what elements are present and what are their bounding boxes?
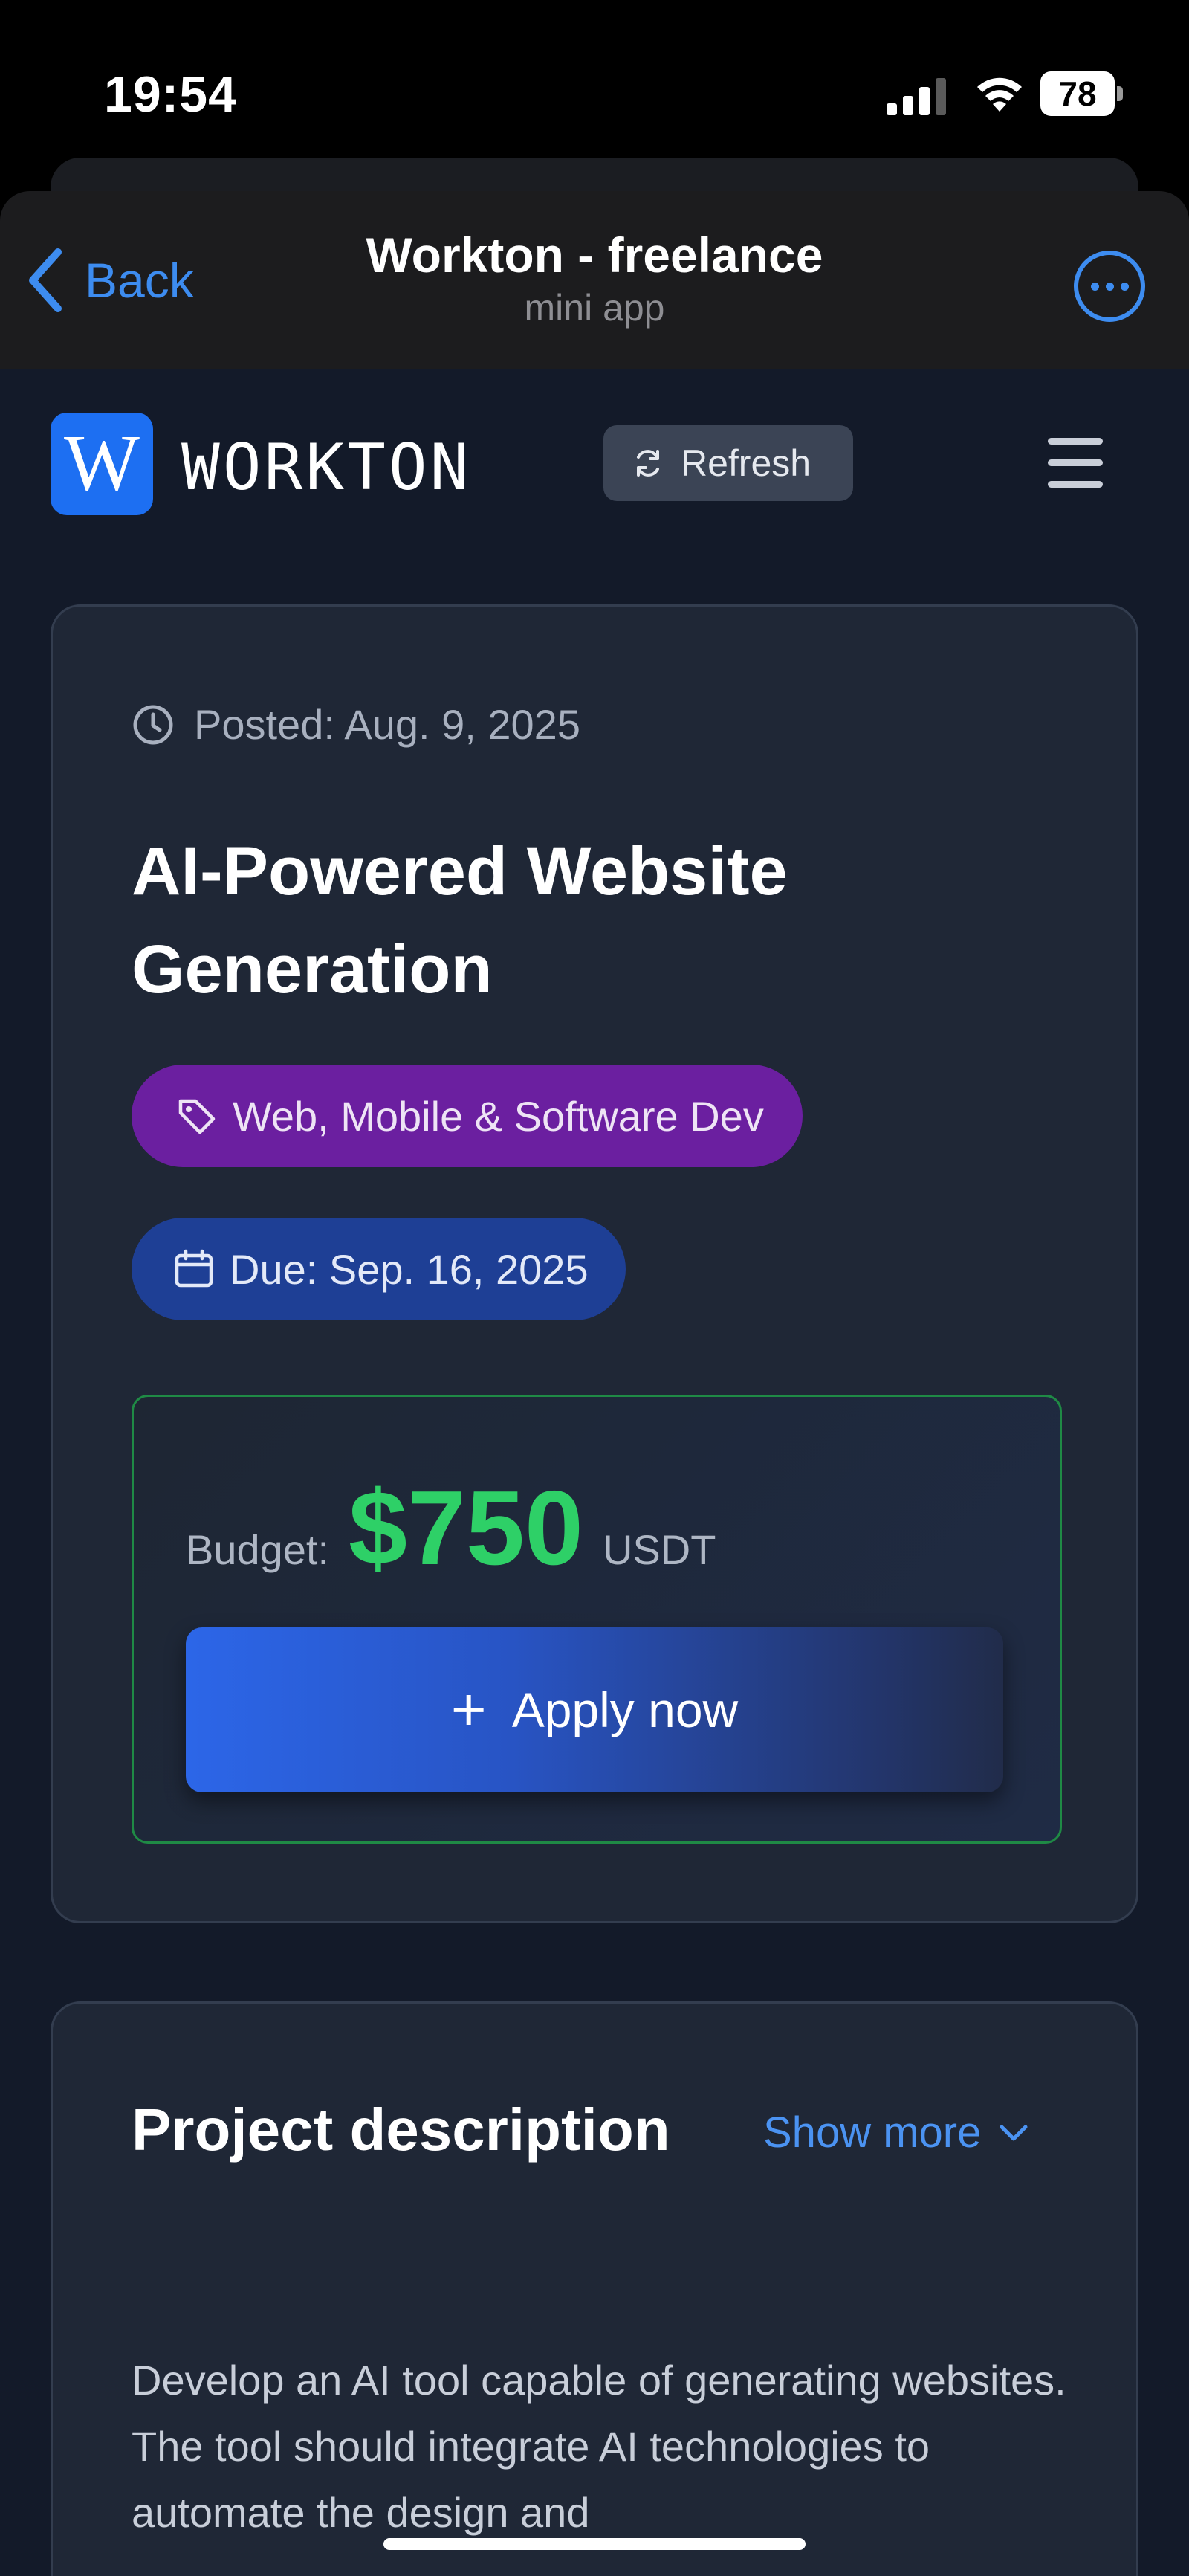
brand-name: WORKTON <box>181 430 472 505</box>
status-time: 19:54 <box>104 66 237 123</box>
category-label: Web, Mobile & Software Dev <box>233 1092 764 1140</box>
budget-label: Budget: <box>186 1526 330 1573</box>
budget-currency: USDT <box>602 1526 716 1573</box>
description-heading: Project description <box>132 2096 670 2163</box>
job-title: AI-Powered Website Generation <box>132 833 788 1007</box>
chevron-down-icon <box>1000 2125 1028 2140</box>
home-indicator[interactable] <box>383 2538 806 2550</box>
status-bar: 19:54 78 <box>0 0 1189 160</box>
tag-icon <box>178 1099 216 1134</box>
apply-label: Apply now <box>511 1682 739 1737</box>
calendar-icon <box>175 1249 213 1288</box>
refresh-button[interactable]: Refresh <box>603 425 853 501</box>
app-title: Workton - freelance <box>366 227 823 283</box>
menu-icon[interactable] <box>1048 438 1103 488</box>
battery-level: 78 <box>1058 74 1097 113</box>
description-text: Develop an AI tool capable of generating… <box>132 2357 1066 2536</box>
app-subtitle: mini app <box>524 287 665 329</box>
category-tag[interactable]: Web, Mobile & Software Dev <box>132 1065 803 1167</box>
signal-icon <box>887 78 946 115</box>
logo-letter: W <box>64 419 140 508</box>
wifi-icon <box>977 77 1022 112</box>
more-icon[interactable] <box>1074 251 1145 322</box>
budget-row: Budget: $750 USDT <box>186 1468 716 1589</box>
due-label: Due: Sep. 16, 2025 <box>230 1245 589 1293</box>
refresh-label: Refresh <box>681 442 811 484</box>
clock-icon <box>133 705 173 744</box>
show-more-button[interactable]: Show more <box>763 2108 1030 2157</box>
budget-amount: $750 <box>349 1469 583 1587</box>
posted-date: Posted: Aug. 9, 2025 <box>132 700 580 749</box>
battery-icon: 78 <box>1040 71 1123 116</box>
show-more-label: Show more <box>763 2108 982 2157</box>
main-content: W WORKTON Refresh Posted: Aug. 9, 2025 A… <box>0 369 1189 2576</box>
budget-box: Budget: $750 USDT + Apply now <box>132 1395 1062 1844</box>
mini-app-header: Back Workton - freelance mini app <box>0 191 1189 369</box>
description-card: Project description Show more Develop an… <box>51 2001 1138 2576</box>
apply-now-button[interactable]: + Apply now <box>186 1627 1003 1792</box>
plus-icon: + <box>450 1676 487 1743</box>
refresh-icon <box>637 450 659 477</box>
due-date-tag: Due: Sep. 16, 2025 <box>132 1218 626 1320</box>
posted-text: Posted: Aug. 9, 2025 <box>194 701 580 748</box>
job-card: Posted: Aug. 9, 2025 AI-Powered Website … <box>51 604 1138 1923</box>
workton-logo[interactable]: W <box>51 413 153 515</box>
